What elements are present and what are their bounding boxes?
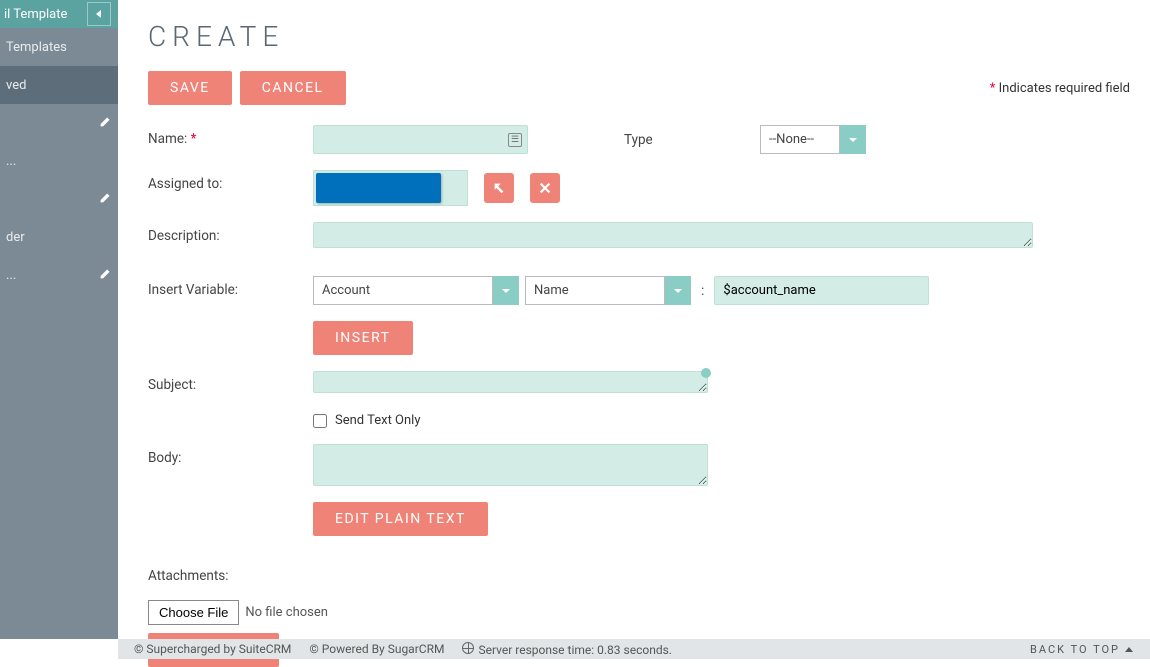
action-row: SAVE CANCEL * Indicates required field	[148, 71, 1130, 105]
type-select[interactable]: --None--	[760, 125, 866, 154]
name-input[interactable]	[313, 125, 528, 154]
insert-variable-label: Insert Variable:	[148, 276, 313, 298]
sidebar: il Template Templates ved ... der ...	[0, 0, 118, 639]
row-insert-button: INSERT	[148, 321, 1130, 355]
main-content: CREATE SAVE CANCEL * Indicates required …	[118, 0, 1150, 639]
footer-powered[interactable]: © Powered By SugarCRM	[309, 642, 444, 656]
footer: © Supercharged by SuiteCRM © Powered By …	[118, 639, 1150, 659]
triangle-left-icon	[94, 9, 104, 19]
row-edit-plain-text: EDIT PLAIN TEXT	[148, 502, 1130, 536]
file-row: Choose File No file chosen	[148, 600, 1130, 625]
variable-result-input[interactable]	[714, 276, 929, 305]
row-send-text-only: Send Text Only	[148, 413, 1130, 428]
resize-handle-icon[interactable]	[701, 368, 711, 378]
close-icon	[538, 181, 552, 195]
assigned-label: Assigned to:	[148, 170, 313, 192]
no-file-chosen: No file chosen	[245, 605, 328, 620]
send-text-only-checkbox[interactable]	[313, 414, 327, 428]
form-area: Name: * ☰ Type --None-- Assigned to:	[148, 115, 1130, 667]
pencil-icon[interactable]	[99, 191, 112, 208]
assigned-user-pill[interactable]	[316, 173, 441, 203]
sidebar-item-der[interactable]: der	[0, 218, 118, 256]
sidebar-item-3[interactable]: ...	[0, 142, 118, 180]
assigned-input[interactable]	[313, 170, 468, 206]
row-insert-variable: Insert Variable: Account Name :	[148, 276, 1130, 305]
row-attachments: Attachments:	[148, 562, 1130, 584]
select-user-button[interactable]	[484, 173, 514, 203]
send-text-only-label[interactable]: Send Text Only	[313, 413, 420, 428]
required-note: * Indicates required field	[990, 81, 1130, 96]
sidebar-header: il Template	[0, 0, 118, 28]
footer-response: Server response time: 0.83 seconds.	[462, 642, 671, 657]
sidebar-item-label: Templates	[6, 40, 67, 55]
sidebar-item-4[interactable]	[0, 180, 118, 218]
subject-input[interactable]	[313, 371, 708, 393]
row-description: Description:	[148, 222, 1130, 248]
row-body: Body:	[148, 444, 1130, 486]
sidebar-item-label: ved	[6, 78, 26, 93]
row-subject: Subject:	[148, 371, 1130, 397]
arrow-up-left-icon	[492, 181, 506, 195]
save-button[interactable]: SAVE	[148, 71, 232, 105]
row-assigned: Assigned to:	[148, 170, 1130, 206]
sidebar-header-label: il Template	[4, 7, 67, 22]
edit-plain-text-button[interactable]: EDIT PLAIN TEXT	[313, 502, 488, 536]
sidebar-item-label: der	[6, 230, 25, 245]
insert-button[interactable]: INSERT	[313, 321, 413, 355]
variable-module-select[interactable]: Account	[313, 276, 519, 305]
chevron-down-icon[interactable]	[665, 276, 691, 305]
description-label: Description:	[148, 222, 313, 244]
subject-label: Subject:	[148, 371, 313, 393]
page-title: CREATE	[148, 20, 1130, 53]
sidebar-item-label: ...	[6, 268, 16, 283]
colon-separator: :	[697, 283, 708, 299]
globe-icon	[462, 642, 474, 654]
chevron-down-icon[interactable]	[493, 276, 519, 305]
sidebar-item-ved[interactable]: ved	[0, 66, 118, 104]
sidebar-item-2[interactable]	[0, 104, 118, 142]
name-label: Name: *	[148, 125, 313, 147]
description-input[interactable]	[313, 222, 1033, 248]
pencil-icon[interactable]	[99, 115, 112, 132]
pencil-icon[interactable]	[99, 267, 112, 284]
chevron-down-icon[interactable]	[840, 125, 866, 154]
choose-file-button[interactable]: Choose File	[148, 600, 239, 625]
type-label: Type	[624, 132, 754, 148]
back-to-top-button[interactable]: BACK TO TOP	[1030, 643, 1134, 656]
attachments-label: Attachments:	[148, 562, 228, 584]
cancel-button[interactable]: CANCEL	[240, 71, 346, 105]
sidebar-item-6[interactable]: ...	[0, 256, 118, 294]
body-input[interactable]	[313, 444, 708, 486]
row-name: Name: * ☰ Type --None--	[148, 125, 1130, 154]
footer-supercharged[interactable]: © Supercharged by SuiteCRM	[134, 642, 291, 656]
triangle-up-icon	[1124, 645, 1134, 653]
variable-field-select[interactable]: Name	[525, 276, 691, 305]
clear-user-button[interactable]	[530, 173, 560, 203]
sidebar-collapse-button[interactable]	[87, 2, 111, 26]
sidebar-item-label: ...	[6, 154, 16, 169]
body-label: Body:	[148, 444, 313, 466]
sidebar-item-templates[interactable]: Templates	[0, 28, 118, 66]
